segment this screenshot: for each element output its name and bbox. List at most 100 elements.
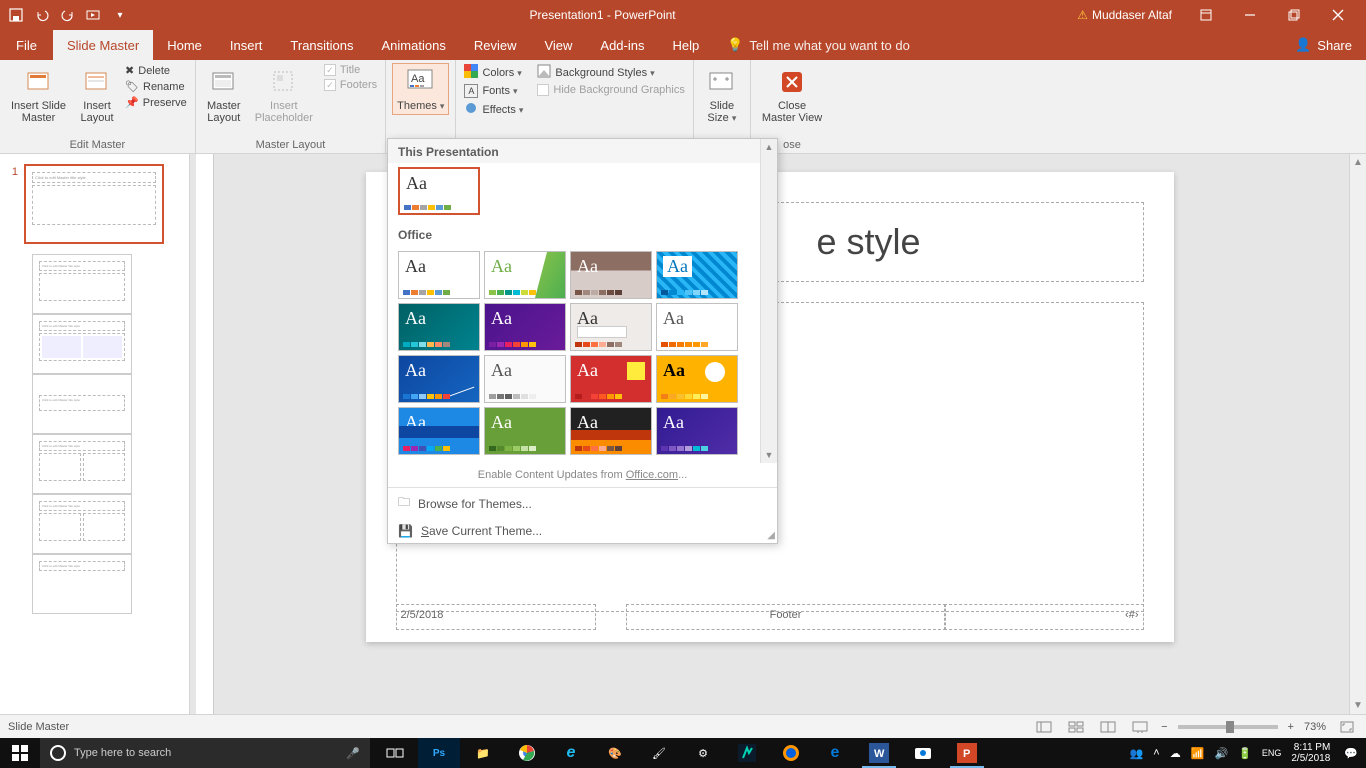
zoom-in-button[interactable]: + xyxy=(1288,721,1294,733)
theme-item[interactable]: Aa xyxy=(484,407,566,455)
theme-item[interactable]: Aa xyxy=(656,303,738,351)
normal-view-button[interactable] xyxy=(1033,718,1055,736)
zoom-level-label[interactable]: 73% xyxy=(1304,721,1326,733)
taskbar-app-paint3d[interactable]: 🎨 xyxy=(594,738,636,768)
slide-sorter-view-button[interactable] xyxy=(1065,718,1087,736)
theme-item[interactable]: Aa xyxy=(570,407,652,455)
tab-help[interactable]: Help xyxy=(658,30,713,60)
footer-placeholder[interactable]: Footer xyxy=(626,604,946,630)
tab-transitions[interactable]: Transitions xyxy=(276,30,367,60)
fonts-dropdown[interactable]: AFonts xyxy=(462,83,525,99)
battery-icon[interactable]: 🔋 xyxy=(1238,747,1252,760)
themes-button[interactable]: Aa Themes xyxy=(392,63,449,115)
task-view-button[interactable] xyxy=(374,738,416,768)
master-slide-thumb[interactable]: Click to edit Master title style xyxy=(24,164,164,244)
redo-icon[interactable] xyxy=(60,7,76,23)
account-user[interactable]: ⚠Muddaser Altaf xyxy=(1077,8,1172,22)
resize-grip-icon[interactable]: ◢ xyxy=(767,530,775,541)
taskbar-app-ie[interactable]: e xyxy=(550,738,592,768)
taskbar-clock[interactable]: 8:11 PM 2/5/2018 xyxy=(1291,742,1334,764)
share-button[interactable]: 👤Share xyxy=(1281,30,1366,60)
wifi-icon[interactable]: 📶 xyxy=(1191,747,1205,760)
theme-item[interactable]: Aa xyxy=(656,407,738,455)
taskbar-app-firefox[interactable] xyxy=(770,738,812,768)
theme-item[interactable]: Aa xyxy=(570,251,652,299)
language-icon[interactable]: ENG xyxy=(1262,748,1282,758)
theme-item[interactable]: Aa xyxy=(570,355,652,403)
colors-dropdown[interactable]: Colors xyxy=(462,63,525,82)
taskbar-app-paint[interactable]: 🖌 xyxy=(638,738,680,768)
layout-thumb[interactable]: Click to edit Master title style xyxy=(32,434,132,494)
start-button[interactable] xyxy=(0,745,40,761)
theme-item[interactable]: Aa xyxy=(656,251,738,299)
layout-thumb[interactable]: Click to edit Master title style xyxy=(32,554,132,614)
tab-file[interactable]: File xyxy=(0,30,53,60)
taskbar-app-camera[interactable] xyxy=(902,738,944,768)
fit-to-window-button[interactable] xyxy=(1336,718,1358,736)
onedrive-icon[interactable]: ☁ xyxy=(1170,747,1181,760)
zoom-slider[interactable] xyxy=(1178,725,1278,729)
taskbar-app-powerpoint[interactable]: P xyxy=(946,738,988,768)
mic-icon[interactable]: 🎤 xyxy=(346,747,360,760)
taskbar-search[interactable]: Type here to search 🎤 xyxy=(40,738,370,768)
layout-thumb[interactable]: Click to edit Master title style xyxy=(32,314,132,374)
slide-thumbnail-pane[interactable]: 1 Click to edit Master title style Click… xyxy=(0,154,190,714)
action-center-icon[interactable]: 💬 xyxy=(1344,747,1358,760)
taskbar-app-edge[interactable]: e xyxy=(814,738,856,768)
volume-icon[interactable]: 🔊 xyxy=(1214,747,1228,760)
background-styles-dropdown[interactable]: Background Styles xyxy=(535,63,686,82)
master-layout-button[interactable]: Master Layout xyxy=(202,63,246,127)
tab-addins[interactable]: Add-ins xyxy=(586,30,658,60)
slide-number-placeholder[interactable]: ‹#› xyxy=(944,604,1144,630)
tray-chevron-icon[interactable]: ˄ xyxy=(1153,747,1159,759)
date-placeholder[interactable]: 2/5/2018 xyxy=(396,604,596,630)
tab-view[interactable]: View xyxy=(530,30,586,60)
layout-thumb[interactable]: Click to edit Master title style xyxy=(32,254,132,314)
theme-item[interactable]: Aa xyxy=(484,355,566,403)
theme-item[interactable]: Aa xyxy=(398,355,480,403)
slideshow-view-button[interactable] xyxy=(1129,718,1151,736)
browse-for-themes[interactable]: 🗀Browse for Themes... xyxy=(388,488,777,519)
close-window-button[interactable] xyxy=(1318,0,1358,30)
theme-item[interactable]: Aa xyxy=(570,303,652,351)
people-icon[interactable]: 👥 xyxy=(1130,747,1144,760)
theme-office-current[interactable]: Aa xyxy=(398,167,480,215)
tell-me-search[interactable]: 💡Tell me what you want to do xyxy=(713,30,924,60)
slide-size-button[interactable]: Slide Size xyxy=(700,63,744,127)
theme-item[interactable]: Aa xyxy=(484,251,566,299)
minimize-button[interactable] xyxy=(1230,0,1270,30)
taskbar-app-chrome[interactable] xyxy=(506,738,548,768)
close-master-view-button[interactable]: Close Master View xyxy=(757,63,827,127)
layout-thumb[interactable]: Click to edit Master title style xyxy=(32,374,132,434)
theme-item[interactable]: Aa xyxy=(398,303,480,351)
insert-slide-master-button[interactable]: Insert Slide Master xyxy=(6,63,71,127)
zoom-out-button[interactable]: − xyxy=(1161,721,1167,733)
ribbon-display-options-icon[interactable] xyxy=(1186,0,1226,30)
theme-item[interactable]: Aa xyxy=(484,303,566,351)
taskbar-app-explorer[interactable]: 📁 xyxy=(462,738,504,768)
taskbar-app-filmora[interactable] xyxy=(726,738,768,768)
tab-insert[interactable]: Insert xyxy=(216,30,277,60)
save-current-theme[interactable]: 💾Save Current Theme... xyxy=(388,519,777,543)
gallery-scrollbar[interactable]: ▲▼ xyxy=(760,139,777,463)
taskbar-app-word[interactable]: W xyxy=(858,738,900,768)
qat-customize-icon[interactable]: ▾ xyxy=(112,7,128,23)
tab-home[interactable]: Home xyxy=(153,30,216,60)
theme-item[interactable]: Aa xyxy=(656,355,738,403)
insert-placeholder-button[interactable]: Insert Placeholder xyxy=(250,63,318,127)
theme-item[interactable]: Aa xyxy=(398,251,480,299)
tab-review[interactable]: Review xyxy=(460,30,531,60)
vertical-scrollbar[interactable]: ▲▼ xyxy=(1349,154,1366,714)
tab-slide-master[interactable]: Slide Master xyxy=(53,30,153,60)
preserve-button[interactable]: 📌Preserve xyxy=(123,95,189,110)
delete-button[interactable]: ✖Delete xyxy=(123,63,189,78)
maximize-button[interactable] xyxy=(1274,0,1314,30)
theme-item[interactable]: Aa xyxy=(398,407,480,455)
layout-thumb[interactable]: Click to edit Master title style xyxy=(32,494,132,554)
reading-view-button[interactable] xyxy=(1097,718,1119,736)
taskbar-app-settings[interactable]: ⚙ xyxy=(682,738,724,768)
rename-button[interactable]: 🏷Rename xyxy=(123,79,189,94)
start-from-beginning-icon[interactable] xyxy=(86,7,102,23)
taskbar-app-photoshop[interactable]: Ps xyxy=(418,738,460,768)
undo-icon[interactable] xyxy=(34,7,50,23)
